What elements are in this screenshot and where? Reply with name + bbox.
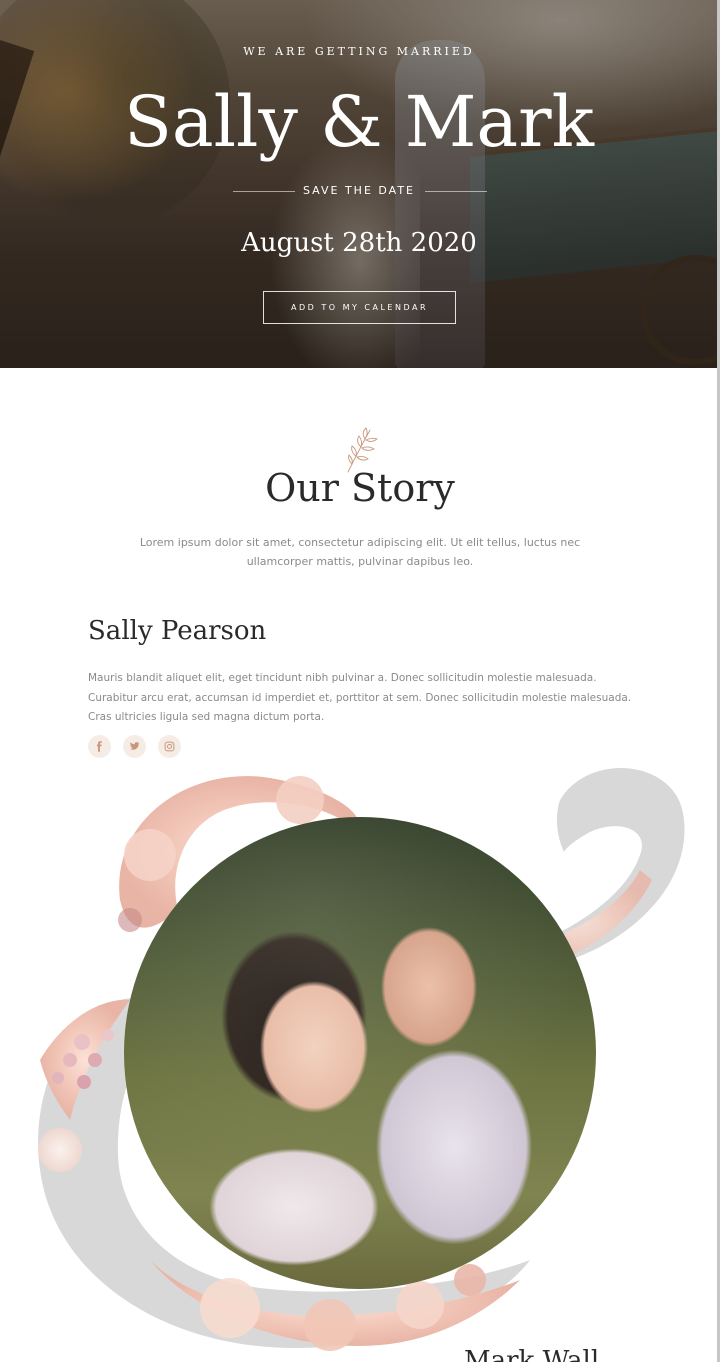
divider-right (425, 191, 487, 192)
instagram-icon[interactable] (158, 735, 181, 758)
wedding-date: August 28th 2020 (241, 228, 477, 258)
save-the-date-label: SAVE THE DATE (302, 184, 416, 197)
photo-light (124, 817, 596, 1289)
our-story-heading: Our Story (265, 466, 455, 510)
groom-name-partial: Mark Wall (464, 1346, 600, 1362)
add-to-calendar-button[interactable]: ADD TO MY CALENDAR (263, 291, 456, 324)
couple-artwork: Mark Wall (0, 760, 720, 1362)
hero-banner: WE ARE GETTING MARRIED Sally & Mark SAVE… (0, 0, 718, 368)
couple-photo (124, 817, 596, 1289)
couple-names-title: Sally & Mark (123, 81, 595, 163)
hero-content: WE ARE GETTING MARRIED Sally & Mark SAVE… (0, 0, 718, 368)
hero-kicker: WE ARE GETTING MARRIED (243, 45, 475, 58)
twitter-icon[interactable] (123, 735, 146, 758)
bride-name: Sally Pearson (88, 616, 267, 646)
our-story-intro: Lorem ipsum dolor sit amet, consectetur … (139, 536, 581, 568)
bride-bio: Mauris blandit aliquet elit, eget tincid… (88, 672, 632, 723)
facebook-icon[interactable] (88, 735, 111, 758)
bride-social-links (88, 735, 181, 758)
